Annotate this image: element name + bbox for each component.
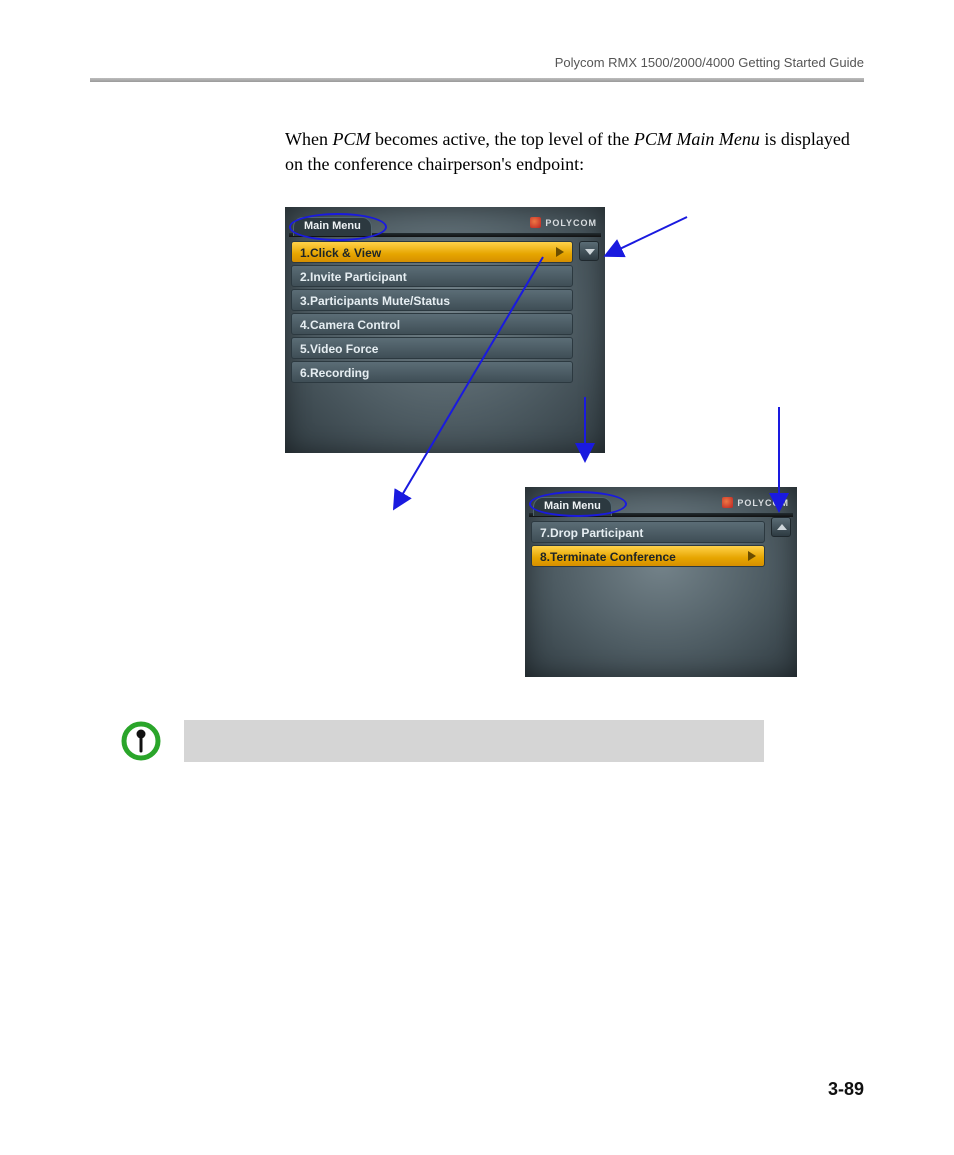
header-title: Polycom RMX 1500/2000/4000 Getting Start…: [90, 55, 864, 70]
polycom-logo-icon: [722, 497, 733, 508]
body-text-1: When: [285, 129, 332, 149]
note-row: [120, 720, 764, 762]
scroll-down-button[interactable]: [579, 241, 599, 261]
brand-text: POLYCOM: [737, 498, 789, 508]
pin-icon: [120, 720, 162, 762]
menu-item-label: 1.Click & View: [300, 246, 381, 260]
panel1-menu-list: 1.Click & View 2.Invite Participant 3.Pa…: [285, 237, 579, 383]
chevron-right-icon: [748, 551, 756, 561]
figure-area: Main Menu POLYCOM 1.Click & View 2.Invit…: [285, 207, 864, 687]
panel2-title-tab: Main Menu: [533, 497, 612, 516]
panel2-title-row: Main Menu POLYCOM: [525, 487, 797, 513]
menu-item-drop-participant[interactable]: 7.Drop Participant: [531, 521, 765, 543]
menu-item-label: 4.Camera Control: [300, 318, 400, 332]
menu-item-recording[interactable]: 6.Recording: [291, 361, 573, 383]
pcm-main-menu-term: PCM Main Menu: [634, 129, 760, 149]
pcm-menu-screenshot-bottom: Main Menu POLYCOM 7.Drop Participant 8.T…: [525, 487, 797, 677]
menu-item-participants-mute-status[interactable]: 3.Participants Mute/Status: [291, 289, 573, 311]
brand-text: POLYCOM: [545, 218, 597, 228]
menu-item-terminate-conference[interactable]: 8.Terminate Conference: [531, 545, 765, 567]
menu-item-label: 3.Participants Mute/Status: [300, 294, 450, 308]
menu-item-label: 7.Drop Participant: [540, 526, 643, 540]
menu-item-video-force[interactable]: 5.Video Force: [291, 337, 573, 359]
panel2-menu-list: 7.Drop Participant 8.Terminate Conferenc…: [525, 517, 771, 567]
pcm-menu-screenshot-top: Main Menu POLYCOM 1.Click & View 2.Invit…: [285, 207, 605, 453]
menu-item-label: 8.Terminate Conference: [540, 550, 676, 564]
polycom-brand: POLYCOM: [722, 497, 789, 508]
body-paragraph: When PCM becomes active, the top level o…: [285, 127, 864, 177]
pcm-term: PCM: [332, 129, 370, 149]
page: Polycom RMX 1500/2000/4000 Getting Start…: [0, 0, 954, 1155]
chevron-up-icon: [777, 524, 787, 530]
chevron-right-icon: [556, 247, 564, 257]
panel1-title-tab: Main Menu: [293, 217, 372, 236]
header-rule: [90, 78, 864, 82]
polycom-brand: POLYCOM: [530, 217, 597, 228]
menu-item-label: 2.Invite Participant: [300, 270, 407, 284]
panel1-title-row: Main Menu POLYCOM: [285, 207, 605, 233]
menu-item-label: 6.Recording: [300, 366, 369, 380]
body-text-2: becomes active, the top level of the: [370, 129, 633, 149]
note-bar: [184, 720, 764, 762]
menu-item-label: 5.Video Force: [300, 342, 378, 356]
menu-item-camera-control[interactable]: 4.Camera Control: [291, 313, 573, 335]
menu-item-invite-participant[interactable]: 2.Invite Participant: [291, 265, 573, 287]
polycom-logo-icon: [530, 217, 541, 228]
menu-item-click-and-view[interactable]: 1.Click & View: [291, 241, 573, 263]
page-number: 3-89: [828, 1079, 864, 1100]
chevron-down-icon: [585, 249, 595, 255]
scroll-up-button[interactable]: [771, 517, 791, 537]
